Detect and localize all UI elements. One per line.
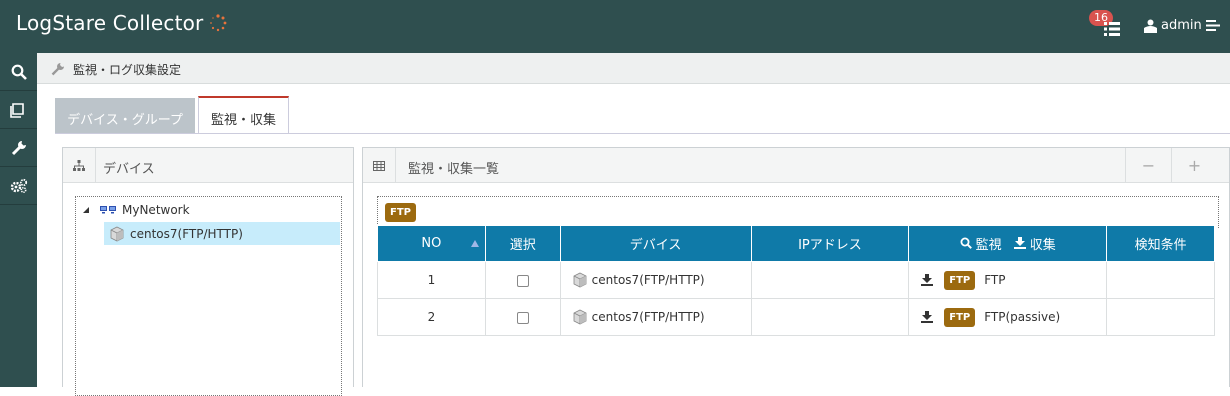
ftp-badge: FTP (944, 307, 976, 327)
cogs-icon (10, 178, 27, 193)
sidebar-item-cogs[interactable] (0, 167, 37, 205)
book-icon (10, 102, 24, 118)
cell-no: 1 (377, 261, 486, 299)
monitor-list-panel: 監視・収集一覧 − + FTP NO 選択 デバイス IPアドレス 監視 収集 … (362, 147, 1230, 387)
sidebar (0, 53, 37, 387)
column-header-no[interactable]: NO (377, 225, 486, 262)
tab-device-group[interactable]: デバイス・グループ (55, 98, 195, 134)
wrench-icon (11, 140, 26, 155)
column-header-collect: 収集 (1029, 237, 1056, 253)
breadcrumb: 監視・ログ収集設定 (37, 53, 1230, 84)
column-header-label: NO (421, 236, 442, 251)
cell-condition (1106, 298, 1215, 336)
column-header-select: 選択 (484, 225, 561, 262)
remove-button[interactable]: − (1125, 148, 1171, 183)
device-name: centos7(FTP/HTTP) (591, 310, 705, 324)
list-panel-header: 監視・収集一覧 − + (363, 148, 1229, 183)
sidebar-item-settings[interactable] (0, 129, 37, 167)
menu-lines-icon (1205, 20, 1220, 31)
column-header-monitor: 監視 (975, 237, 1002, 253)
server-cube-icon (110, 226, 124, 241)
device-tree: MyNetwork centos7(FTP/HTTP) (75, 196, 342, 396)
notification-button[interactable]: 16 (1089, 10, 1123, 40)
tab-monitor-collect[interactable]: 監視・収集 (198, 96, 289, 134)
monitor-table: NO 選択 デバイス IPアドレス 監視 収集 検知条件 1 centos7(F… (377, 225, 1215, 336)
search-icon (11, 64, 27, 80)
row-select-checkbox[interactable] (516, 311, 529, 324)
server-cube-icon (573, 272, 587, 288)
device-name: centos7(FTP/HTTP) (591, 273, 705, 287)
download-icon[interactable] (921, 311, 934, 323)
service-name: FTP(passive) (984, 310, 1061, 324)
service-name: FTP (984, 273, 1006, 287)
network-icon (100, 206, 116, 214)
loading-spinner-icon (210, 14, 227, 32)
cell-no: 2 (377, 298, 486, 336)
breadcrumb-current: 監視・ログ収集設定 (73, 63, 182, 77)
user-icon (1144, 19, 1157, 33)
tree-node-centos7[interactable]: centos7(FTP/HTTP) (104, 222, 340, 245)
column-header-monitor-collect: 監視 収集 (908, 225, 1108, 262)
cell-condition (1106, 261, 1215, 299)
table-row[interactable]: 2 centos7(FTP/HTTP) FTP FTP(passive) (377, 298, 1215, 336)
cell-ip (750, 261, 910, 299)
device-panel-title: デバイス (103, 162, 155, 177)
column-header-condition: 検知条件 (1106, 225, 1215, 262)
add-button[interactable]: + (1171, 148, 1217, 183)
tree-node-label: centos7(FTP/HTTP) (130, 226, 243, 241)
cell-select (484, 261, 561, 299)
server-cube-icon (573, 309, 587, 325)
filter-area: FTP (377, 196, 1219, 228)
cell-ip (750, 298, 910, 336)
device-panel-header: デバイス (63, 148, 353, 183)
caret-down-icon[interactable] (82, 206, 90, 214)
user-menu[interactable]: admin (1144, 18, 1220, 33)
cell-monitor-collect: FTP FTP (908, 261, 1108, 299)
top-header: LogStare Collector 16 admin (0, 0, 1230, 53)
table-icon (363, 148, 396, 183)
sitemap-icon (63, 148, 96, 183)
sort-asc-icon (470, 240, 479, 247)
table-header-row: NO 選択 デバイス IPアドレス 監視 収集 検知条件 (377, 225, 1215, 262)
wrench-icon (51, 63, 64, 76)
task-list-icon (1104, 22, 1120, 36)
tab-divider (55, 133, 1230, 134)
column-header-ip: IPアドレス (750, 225, 910, 262)
tree-node-mynetwork[interactable]: MyNetwork (82, 200, 190, 220)
download-icon[interactable] (921, 274, 934, 286)
user-name: admin (1161, 18, 1202, 33)
tree-node-label: MyNetwork (122, 203, 190, 217)
ftp-filter-badge[interactable]: FTP (385, 203, 416, 222)
cell-device: centos7(FTP/HTTP) (559, 261, 752, 299)
cell-monitor-collect: FTP FTP(passive) (908, 298, 1108, 336)
row-select-checkbox[interactable] (516, 274, 529, 287)
column-header-device: デバイス (559, 225, 752, 262)
search-icon (960, 237, 972, 250)
cell-device: centos7(FTP/HTTP) (559, 298, 752, 336)
cell-select (484, 298, 561, 336)
list-panel-title: 監視・収集一覧 (408, 162, 500, 177)
ftp-badge: FTP (944, 270, 976, 290)
sidebar-item-search[interactable] (0, 53, 37, 91)
download-icon (1013, 237, 1026, 250)
device-panel: デバイス MyNetwork centos7(FTP/HTTP) (62, 147, 354, 396)
app-title: LogStare Collector (16, 11, 204, 35)
sidebar-item-book[interactable] (0, 91, 37, 129)
table-row[interactable]: 1 centos7(FTP/HTTP) FTP FTP (377, 261, 1215, 299)
